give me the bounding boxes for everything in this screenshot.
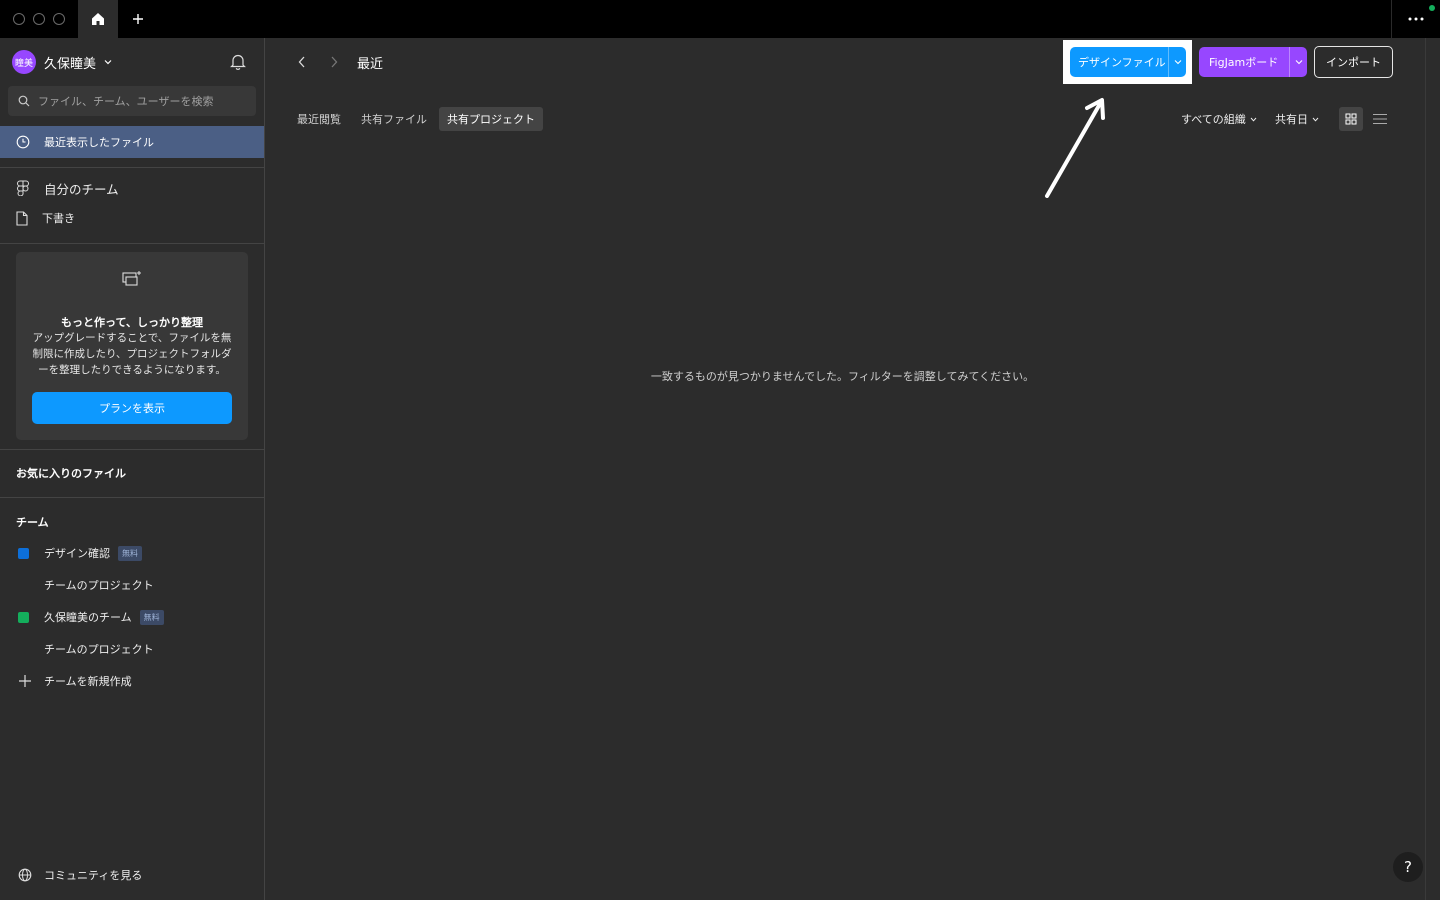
search-field[interactable] xyxy=(8,86,256,116)
back-button[interactable] xyxy=(293,52,311,72)
organization-filter[interactable]: すべての組織 xyxy=(1181,111,1257,127)
list-view-button[interactable] xyxy=(1368,107,1392,131)
folder-sparkle-icon xyxy=(122,271,141,286)
sidebar-divider xyxy=(0,243,264,244)
history-nav xyxy=(293,52,343,72)
sort-filter[interactable]: 共有日 xyxy=(1275,111,1319,127)
tab-shared-projects[interactable]: 共有プロジェクト xyxy=(439,107,543,131)
empty-state-message: 一致するものが見つかりませんでした。フィルターを調整してみてください。 xyxy=(650,370,1035,383)
window-close-button[interactable] xyxy=(13,13,25,25)
plus-icon xyxy=(133,14,143,24)
team-projects-link[interactable]: チームのプロジェクト xyxy=(44,575,154,595)
chevron-down-icon xyxy=(1250,117,1257,122)
organization-filter-label: すべての組織 xyxy=(1181,113,1246,126)
window-zoom-button[interactable] xyxy=(53,13,65,25)
team-color-swatch xyxy=(18,611,29,623)
page-title: 最近 xyxy=(357,57,384,72)
plan-badge: 無料 xyxy=(118,545,142,561)
chevron-left-icon xyxy=(298,56,305,68)
new-figjam-board-button[interactable]: FigJamボード xyxy=(1199,47,1307,77)
sort-filter-label: 共有日 xyxy=(1275,113,1308,126)
filter-tabs: 最近閲覧 共有ファイル 共有プロジェクト xyxy=(289,107,543,131)
more-menu-button[interactable] xyxy=(1404,8,1428,30)
chevron-down-icon xyxy=(1312,117,1319,122)
avatar: 瞳美 xyxy=(12,50,36,74)
title-bar-divider xyxy=(1391,0,1392,38)
chevron-down-icon xyxy=(1295,60,1302,65)
scrollbar[interactable] xyxy=(1425,38,1440,900)
clock-icon xyxy=(16,135,30,149)
title-bar xyxy=(0,0,1440,38)
main-content: 最近 デザインファイル FigJamボード インポート 最近閲覧 共有ファイル … xyxy=(265,38,1425,900)
globe-icon xyxy=(18,868,32,882)
community-link[interactable]: コミュニティを見る xyxy=(18,865,142,885)
teams-heading: チーム xyxy=(16,516,49,529)
file-icon xyxy=(16,210,28,226)
sidebar-divider xyxy=(0,449,264,450)
help-button[interactable]: ? xyxy=(1393,852,1423,882)
sidebar-item-label: 自分のチーム xyxy=(44,181,119,197)
view-plans-button[interactable]: プランを表示 xyxy=(32,392,232,424)
upgrade-card: もっと作って、しっかり整理 アップグレードすることで、ファイルを無制限に作成した… xyxy=(16,252,248,440)
chevron-down-icon xyxy=(1174,60,1181,65)
search-icon xyxy=(18,95,30,107)
team-name: デザイン確認 xyxy=(44,547,110,560)
annotation-arrow xyxy=(1045,98,1105,198)
status-dot xyxy=(1429,5,1435,11)
upgrade-title: もっと作って、しっかり整理 xyxy=(61,316,203,329)
window-minimize-button[interactable] xyxy=(33,13,45,25)
account-switcher[interactable]: 瞳美 久保瞳美 xyxy=(12,50,112,74)
tab-recently-viewed[interactable]: 最近閲覧 xyxy=(289,107,349,131)
upgrade-description: アップグレードすることで、ファイルを無制限に作成したり、プロジェクトフォルダーを… xyxy=(32,332,232,376)
notifications-button[interactable] xyxy=(230,53,248,71)
sidebar-item-recent[interactable]: 最近表示したファイル xyxy=(0,126,264,158)
plus-icon xyxy=(19,675,31,687)
team-item[interactable]: デザイン確認 無料 xyxy=(18,543,142,563)
design-file-dropdown[interactable] xyxy=(1168,47,1186,77)
grid-view-button[interactable] xyxy=(1339,107,1363,131)
new-tab-button[interactable] xyxy=(128,8,148,30)
home-icon xyxy=(92,13,104,25)
sidebar-item-label: 下書き xyxy=(42,212,75,225)
sidebar-divider xyxy=(0,167,264,168)
chevron-down-icon xyxy=(104,60,112,65)
grid-icon xyxy=(1345,113,1357,125)
forward-button[interactable] xyxy=(325,52,343,72)
new-design-file-button[interactable]: デザインファイル xyxy=(1070,47,1186,77)
home-tab[interactable] xyxy=(78,0,118,38)
chevron-right-icon xyxy=(331,56,338,68)
create-team-label: チームを新規作成 xyxy=(44,675,132,688)
sidebar-item-drafts[interactable]: 下書き xyxy=(0,202,264,234)
team-name: 久保瞳美のチーム xyxy=(44,611,132,624)
search-input[interactable] xyxy=(38,94,238,108)
team-projects-link[interactable]: チームのプロジェクト xyxy=(44,639,154,659)
design-file-label: デザインファイル xyxy=(1078,56,1166,69)
bell-icon xyxy=(230,54,246,70)
sidebar: 瞳美 久保瞳美 最近表示したファイル 自分のチーム 下書き もっと作って、しっか… xyxy=(0,38,265,900)
team-color-swatch xyxy=(18,547,29,559)
favorites-heading[interactable]: お気に入りのファイル xyxy=(16,465,126,481)
import-label: インポート xyxy=(1326,56,1381,69)
team-projects-label: チームのプロジェクト xyxy=(44,643,154,656)
team-item[interactable]: 久保瞳美のチーム 無料 xyxy=(18,607,164,627)
user-name: 久保瞳美 xyxy=(44,56,97,72)
create-team-button[interactable]: チームを新規作成 xyxy=(18,671,132,691)
community-label: コミュニティを見る xyxy=(44,869,143,882)
import-button[interactable]: インポート xyxy=(1314,46,1393,78)
sidebar-divider xyxy=(0,497,264,498)
figma-logo-icon xyxy=(17,180,29,196)
list-icon xyxy=(1373,114,1387,124)
plan-badge: 無料 xyxy=(139,609,164,625)
tab-shared-files[interactable]: 共有ファイル xyxy=(353,107,435,131)
figjam-label: FigJamボード xyxy=(1209,56,1279,69)
sidebar-item-my-team[interactable]: 自分のチーム xyxy=(0,172,264,204)
figjam-dropdown[interactable] xyxy=(1289,47,1307,77)
more-icon xyxy=(1408,17,1424,21)
sidebar-item-label: 最近表示したファイル xyxy=(44,136,154,149)
team-projects-label: チームのプロジェクト xyxy=(44,579,154,592)
